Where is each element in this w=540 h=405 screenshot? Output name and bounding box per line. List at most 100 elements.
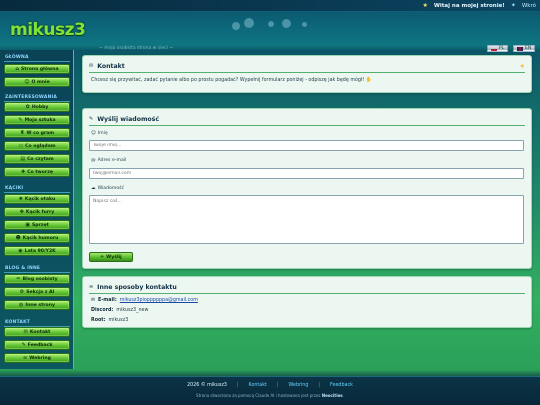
separator: | — [276, 383, 279, 388]
email-link[interactable]: mikusz3pioppppppa@gmail.com — [120, 298, 198, 303]
sidebar-item-otaku[interactable]: ❀ Kącik otaku — [4, 194, 70, 204]
form-panel-title: Wyślij wiadomość — [97, 115, 160, 123]
info-row-root: Root: mikusz3 — [91, 318, 129, 323]
sidebar-item-creating[interactable]: ✚ Co tworzę — [4, 167, 70, 177]
info-row-discord: Discord: mikusz3_new — [91, 308, 149, 313]
footer-credit: Strona stworzona za pomocą Claude AI i h… — [196, 393, 344, 398]
footer-link-webring[interactable]: Webring — [289, 383, 309, 388]
paw-icon: ✤ — [19, 208, 24, 215]
message-label: ☁ Wiadomość — [91, 186, 125, 191]
other-panel-header: ∞ Inne sposoby kontaktu — [89, 282, 525, 292]
divider — [4, 61, 70, 62]
at-icon: @ — [91, 158, 96, 163]
tv-icon: ▭ — [18, 142, 24, 149]
star-icon: ★ — [519, 62, 525, 70]
sidebar-item-art[interactable]: ✎ Moja sztuka — [4, 115, 70, 125]
flag-en-icon — [517, 46, 523, 51]
sidebar-item-ai[interactable]: ⚙ Sekcja z AI — [4, 287, 70, 297]
sidebar-item-blog[interactable]: ✏ Blog osobisty — [4, 274, 70, 284]
robot-icon: ⚙ — [19, 288, 25, 295]
pencil-icon: ✎ — [89, 116, 94, 122]
message-form-panel: ✎ Wyślij wiadomość ☺ Imię @ Adres e-mail… — [82, 108, 532, 269]
sakura-icon: ❀ — [18, 195, 23, 202]
site-footer: 2026 © mikusz3 | Kontakt | Webring | Fee… — [0, 376, 540, 405]
disc-icon: ◉ — [18, 247, 23, 254]
sidebar-item-y2k[interactable]: ◉ Lata 90/Y2K — [4, 246, 70, 256]
other-contact-panel: ∞ Inne sposoby kontaktu ✉ E-mail: mikusz… — [82, 276, 532, 328]
globe-icon: ◍ — [19, 301, 24, 308]
sidebar-item-webring[interactable]: ∞ Webring — [4, 353, 70, 363]
divider — [89, 72, 525, 73]
contact-panel-header: ✉ Kontakt ★ — [89, 61, 525, 71]
divider — [4, 272, 70, 273]
computer-icon: ▣ — [25, 221, 30, 228]
wrench-icon: ✚ — [21, 168, 26, 175]
footer-nav: 2026 © mikusz3 | Kontakt | Webring | Fee… — [0, 383, 540, 388]
brush-icon: ✎ — [18, 116, 23, 123]
smile-icon: ☻ — [15, 234, 21, 241]
sidebar-item-furry[interactable]: ✤ Kącik furry — [4, 207, 70, 217]
sidebar-item-contact[interactable]: ✉ Kontakt — [4, 327, 70, 337]
name-label: ☺ Imię — [91, 131, 108, 136]
user-icon: ☺ — [91, 131, 96, 136]
welcome-text: Witaj na mojej stronie! — [433, 2, 505, 9]
mail-icon: ✉ — [23, 328, 28, 335]
book-icon: ▤ — [20, 155, 26, 162]
copyright: 2026 © mikusz3 — [187, 383, 227, 388]
star-icon: ★ — [422, 2, 428, 9]
footer-link-contact[interactable]: Kontakt — [249, 383, 267, 388]
contact-intro-panel: ✉ Kontakt ★ Chcesz się przywitać, zadać … — [82, 55, 532, 93]
sidebar-item-feedback[interactable]: ✎ Feedback — [4, 340, 70, 350]
separator: | — [318, 383, 321, 388]
pencil-icon: ✏ — [16, 275, 21, 282]
footer-link-feedback[interactable]: Feedback — [330, 383, 353, 388]
header-decoration — [230, 16, 330, 30]
lang-pl-button[interactable]: PL — [487, 45, 509, 52]
sidebar: GŁÓWNA ⌂ Strona główna ☺ O mnie ZAINTERESO… — [0, 50, 74, 369]
sidebar-section-title: BLOG & INNE — [5, 266, 41, 271]
divider — [89, 125, 525, 126]
sidebar-item-hobby[interactable]: ✿ Hobby — [4, 102, 70, 112]
email-label: @ Adres e-mail — [91, 158, 127, 163]
sidebar-item-other-sites[interactable]: ◍ Inne strony — [4, 300, 70, 310]
gamepad-icon: ♜ — [19, 129, 25, 136]
palette-icon: ✿ — [25, 103, 30, 110]
sidebar-item-watching[interactable]: ▭ Co oglądam — [4, 141, 70, 151]
contact-intro-text: Chcesz się przywitać, zadać pytanie albo… — [91, 78, 372, 83]
site-tagline: ~ moja osobista strona w sieci ~ — [99, 46, 174, 51]
link-icon: ∞ — [89, 284, 94, 290]
link-icon: ∞ — [23, 354, 28, 361]
send-button[interactable]: ✈ Wyślij — [89, 252, 133, 262]
email-field[interactable] — [89, 168, 524, 179]
divider — [4, 192, 70, 193]
top-bar-message: ★ Witaj na mojej stronie! ✦ Wkró — [422, 2, 536, 9]
separator: | — [236, 383, 239, 388]
sparkle-icon: ✦ — [510, 2, 516, 9]
chat-icon: ☁ — [91, 186, 96, 191]
message-field[interactable] — [89, 195, 524, 244]
sidebar-section-title: GŁÓWNA — [5, 55, 29, 60]
top-bar-link[interactable]: Wkró — [522, 3, 536, 9]
form-panel-header: ✎ Wyślij wiadomość — [89, 114, 525, 124]
sidebar-section-title: KĄCIKI — [5, 186, 24, 191]
mail-icon: ✉ — [89, 63, 94, 69]
sidebar-item-reading[interactable]: ▤ Co czytam — [4, 154, 70, 164]
contact-panel-title: Kontakt — [97, 62, 125, 70]
lang-en-button[interactable]: EN — [513, 45, 536, 52]
sidebar-item-about[interactable]: ☺ O mnie — [4, 77, 70, 87]
flag-pl-icon — [491, 46, 497, 51]
site-logo[interactable]: mikusz3 — [10, 20, 86, 40]
wave-icon: ✋ — [365, 78, 372, 83]
info-row-email: ✉ E-mail: mikusz3pioppppppa@gmail.com — [91, 298, 198, 303]
host-link[interactable]: Neocities — [322, 393, 343, 398]
sidebar-item-hardware[interactable]: ▣ Sprzęt — [4, 220, 70, 230]
mail-icon: ✉ — [91, 298, 96, 303]
name-field[interactable] — [89, 140, 524, 151]
sidebar-item-home[interactable]: ⌂ Strona główna — [4, 64, 70, 74]
sidebar-item-humor[interactable]: ☻ Kącik humoru — [4, 233, 70, 243]
send-icon: ✈ — [100, 254, 105, 260]
divider — [89, 293, 525, 294]
chat-icon: ✎ — [21, 341, 26, 348]
sidebar-item-games[interactable]: ♜ W co gram — [4, 128, 70, 138]
home-icon: ⌂ — [15, 65, 19, 72]
